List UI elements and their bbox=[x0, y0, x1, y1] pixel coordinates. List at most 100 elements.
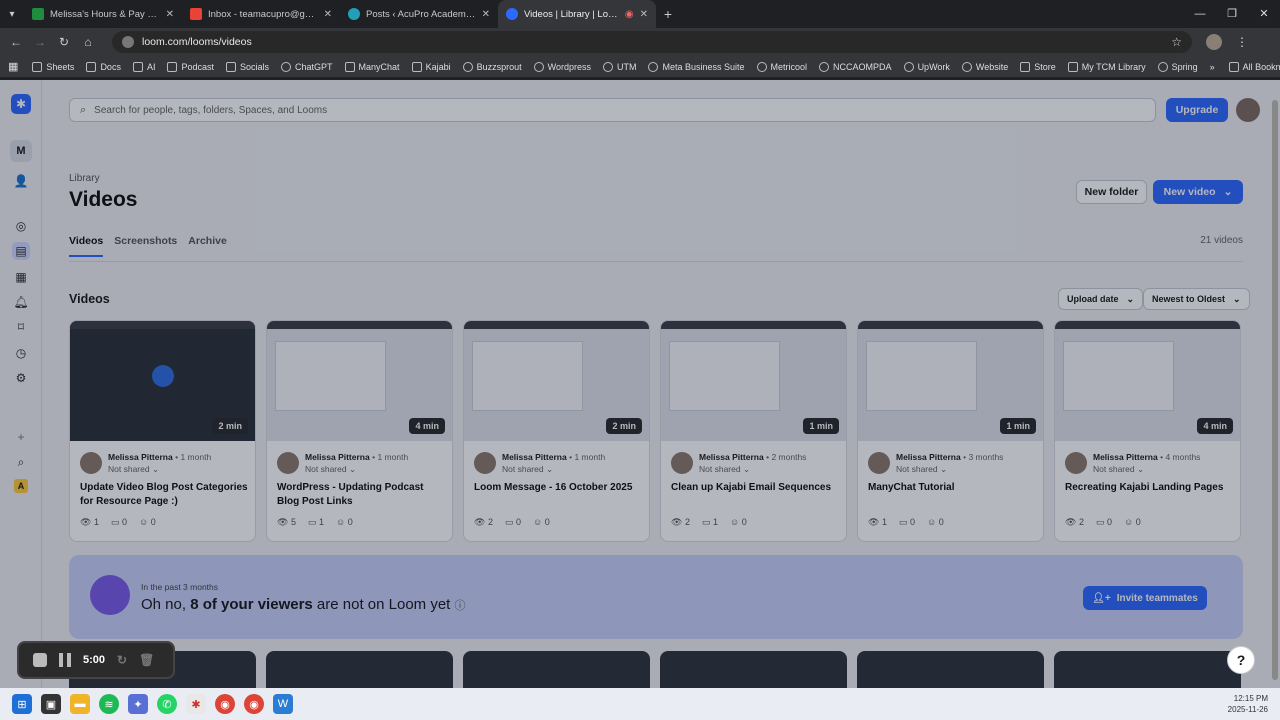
file-explorer-icon[interactable]: ▬ bbox=[70, 694, 90, 714]
home-icon[interactable]: ⌂ bbox=[76, 35, 100, 49]
back-icon[interactable]: ← bbox=[4, 35, 28, 49]
maximize-icon[interactable]: ❐ bbox=[1216, 0, 1248, 28]
bookmark-item[interactable]: Metricool bbox=[756, 61, 807, 72]
browser-tab-active[interactable]: Videos | Library | Loom ◉ ✕ bbox=[498, 0, 656, 28]
sort-field-dropdown[interactable]: Upload date ⌄ bbox=[1058, 288, 1144, 310]
bookmark-item[interactable]: ManyChat bbox=[344, 61, 400, 72]
video-thumbnail[interactable]: 2 min bbox=[70, 321, 255, 441]
add-user-icon[interactable]: 👤 bbox=[12, 172, 30, 190]
bookmark-item[interactable]: My TCM Library bbox=[1067, 61, 1146, 72]
notifications-bell-icon[interactable]: 🔔︎ bbox=[12, 293, 30, 311]
bookmark-star-icon[interactable]: ☆ bbox=[1171, 35, 1182, 49]
bookmark-item[interactable]: Sheets bbox=[32, 61, 74, 72]
spotify-icon[interactable]: ≋ bbox=[99, 694, 119, 714]
task-view-icon[interactable]: ▣ bbox=[41, 694, 61, 714]
start-windows-icon[interactable]: ⊞ bbox=[12, 694, 32, 714]
bookmark-icon[interactable]: ⌑ bbox=[12, 318, 30, 336]
add-space-icon[interactable]: + bbox=[12, 428, 30, 446]
video-thumbnail[interactable]: 1 min bbox=[661, 321, 846, 441]
settings-gear-icon[interactable]: ⚙ bbox=[12, 369, 30, 387]
invite-teammates-button[interactable]: 👤︎+ Invite teammates bbox=[1083, 586, 1207, 610]
apps-grid-icon[interactable]: ▦ bbox=[8, 60, 18, 73]
close-tab-icon[interactable]: ✕ bbox=[166, 9, 174, 20]
forward-icon[interactable]: → bbox=[28, 35, 52, 49]
app-icon[interactable]: ✦ bbox=[128, 694, 148, 714]
slack-icon[interactable]: ✱ bbox=[186, 694, 206, 714]
bookmark-item[interactable]: Buzzsprout bbox=[462, 61, 522, 72]
bookmark-item[interactable]: Spring bbox=[1157, 61, 1198, 72]
video-thumbnail[interactable]: 1 min bbox=[858, 321, 1043, 441]
search-spaces-icon[interactable]: ⌕ bbox=[12, 453, 30, 471]
close-tab-icon[interactable]: ✕ bbox=[324, 9, 332, 20]
video-thumbnail[interactable]: 2 min bbox=[464, 321, 649, 441]
search-input[interactable]: ⌕ Search for people, tags, folders, Spac… bbox=[69, 98, 1156, 122]
tab-videos[interactable]: Videos bbox=[69, 235, 104, 257]
breadcrumb[interactable]: Library bbox=[69, 173, 100, 184]
bookmark-item[interactable]: NCCAOMPDA bbox=[819, 61, 892, 72]
bookmark-item[interactable]: Kajabi bbox=[411, 61, 451, 72]
video-thumbnail[interactable] bbox=[266, 651, 453, 688]
avatar[interactable] bbox=[1236, 98, 1260, 122]
bookmark-item[interactable]: UpWork bbox=[903, 61, 950, 72]
chrome-profile-icon[interactable]: ◉ bbox=[244, 694, 264, 714]
workspace-switcher[interactable]: M bbox=[10, 140, 32, 162]
info-icon[interactable]: ⓘ bbox=[455, 600, 466, 612]
reload-icon[interactable]: ↻ bbox=[52, 35, 76, 49]
library-icon[interactable]: ▤ bbox=[12, 242, 30, 260]
bookmark-item[interactable]: Podcast bbox=[167, 61, 214, 72]
system-clock[interactable]: 12:15 PM 2025-11-26 bbox=[1228, 693, 1268, 715]
calendar-icon[interactable]: ▦ bbox=[12, 268, 30, 286]
trash-icon[interactable]: 🗑︎ bbox=[139, 653, 154, 667]
tab-archive[interactable]: Archive bbox=[188, 235, 227, 257]
bookmark-item[interactable]: Meta Business Suite bbox=[648, 61, 745, 72]
new-video-button[interactable]: New video ⌄ bbox=[1153, 180, 1243, 204]
url-bar[interactable]: loom.com/looms/videos ☆ bbox=[112, 31, 1192, 53]
video-title[interactable]: ManyChat Tutorial bbox=[868, 481, 1038, 495]
site-info-icon[interactable] bbox=[122, 36, 134, 48]
video-thumbnail[interactable] bbox=[1054, 651, 1241, 688]
loom-logo-icon[interactable]: ✱ bbox=[11, 94, 31, 114]
url-text[interactable]: loom.com/looms/videos bbox=[142, 36, 252, 48]
video-title[interactable]: Recreating Kajabi Landing Pages bbox=[1065, 481, 1235, 495]
more-bookmarks-icon[interactable]: » bbox=[1210, 62, 1215, 72]
new-folder-button[interactable]: New folder bbox=[1076, 180, 1147, 204]
video-card[interactable]: 2 min Melissa Pitterna • 1 month Not share… bbox=[463, 320, 650, 542]
bookmark-item[interactable]: Docs bbox=[86, 61, 121, 72]
profile-icon[interactable]: ◎ bbox=[12, 217, 30, 235]
browser-tab[interactable]: Inbox - teamacupro@gmail.com✕ bbox=[182, 0, 340, 28]
close-tab-icon[interactable]: ✕ bbox=[640, 9, 648, 20]
video-title[interactable]: WordPress - Updating Podcast Blog Post L… bbox=[277, 481, 447, 509]
new-tab-icon[interactable]: + bbox=[656, 6, 680, 22]
video-title[interactable]: Update Video Blog Post Categories for Re… bbox=[80, 481, 250, 509]
bookmark-item[interactable]: Store bbox=[1020, 61, 1056, 72]
upgrade-button[interactable]: Upgrade bbox=[1166, 98, 1228, 122]
share-status-dropdown[interactable]: Not shared ⌄ bbox=[305, 464, 408, 475]
history-clock-icon[interactable]: ◷ bbox=[12, 344, 30, 362]
profile-avatar-icon[interactable] bbox=[1206, 34, 1222, 50]
sort-order-dropdown[interactable]: Newest to Oldest ⌄ bbox=[1143, 288, 1250, 310]
stop-recording-button[interactable] bbox=[33, 653, 47, 667]
video-thumbnail[interactable]: 4 min bbox=[1055, 321, 1240, 441]
video-card[interactable]: 4 min Melissa Pitterna • 4 months Not shar… bbox=[1054, 320, 1241, 542]
video-title[interactable]: Loom Message - 16 October 2025 bbox=[474, 481, 644, 495]
close-tab-icon[interactable]: ✕ bbox=[482, 9, 490, 20]
bookmark-item[interactable]: Wordpress bbox=[533, 61, 591, 72]
video-card[interactable]: 4 min Melissa Pitterna • 1 month Not share… bbox=[266, 320, 453, 542]
tab-screenshots[interactable]: Screenshots bbox=[114, 235, 177, 257]
share-status-dropdown[interactable]: Not shared ⌄ bbox=[108, 464, 211, 475]
share-status-dropdown[interactable]: Not shared ⌄ bbox=[699, 464, 806, 475]
all-bookmarks[interactable]: All Bookmarks bbox=[1228, 61, 1280, 72]
restart-icon[interactable]: ↻ bbox=[117, 653, 127, 667]
browser-tab[interactable]: Melissa's Hours & Pay - Google✕ bbox=[24, 0, 182, 28]
video-thumbnail[interactable] bbox=[463, 651, 650, 688]
bookmark-item[interactable]: ChatGPT bbox=[281, 61, 333, 72]
video-card[interactable]: 1 min Melissa Pitterna • 2 months Not shar… bbox=[660, 320, 847, 542]
chrome-icon[interactable]: ◉ bbox=[215, 694, 235, 714]
word-icon[interactable]: W bbox=[273, 694, 293, 714]
video-thumbnail[interactable] bbox=[660, 651, 847, 688]
share-status-dropdown[interactable]: Not shared ⌄ bbox=[1093, 464, 1200, 475]
video-card[interactable]: 2 min Melissa Pitterna • 1 month Not share… bbox=[69, 320, 256, 542]
scrollbar[interactable] bbox=[1272, 86, 1278, 680]
close-window-icon[interactable]: ✕ bbox=[1248, 0, 1280, 28]
browser-menu-icon[interactable]: ⋮ bbox=[1236, 35, 1248, 49]
